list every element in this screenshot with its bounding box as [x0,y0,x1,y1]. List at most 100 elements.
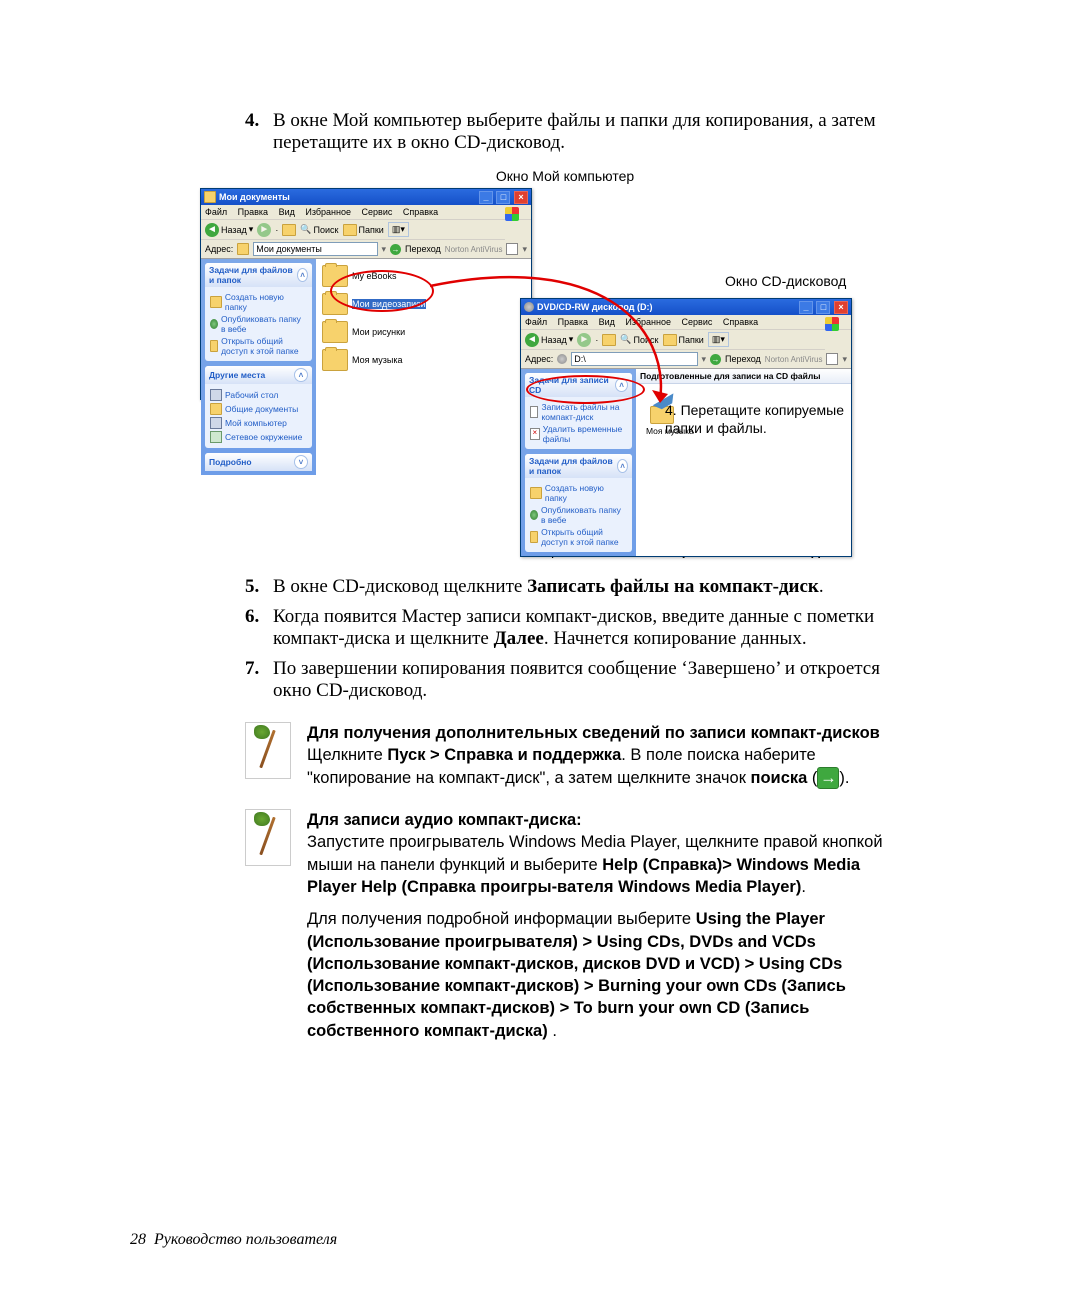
folder-icon [204,191,216,203]
up-button[interactable] [602,334,616,346]
forward-button[interactable]: ► [257,223,271,237]
menu-help[interactable]: Справка [723,317,758,327]
pane-header-cd-tasks[interactable]: Задачи для записи CD˄ [525,373,632,397]
address-input[interactable] [571,352,697,366]
place-my-computer[interactable]: Мой компьютер [210,417,307,429]
step-num: 7. [245,658,273,702]
step-num: 4. [245,110,273,154]
pane-header-other-places[interactable]: Другие места˄ [205,366,312,384]
step-text: По завершении копирования появится сообщ… [273,658,885,702]
norton-icon [826,353,838,365]
forward-icon: ► [577,333,591,347]
task-new-folder[interactable]: Создать новую папку [530,483,627,503]
task-share[interactable]: Открыть общий доступ к этой папке [530,527,627,547]
file-area[interactable]: Подготовленные для записи на CD файлы Мо… [636,369,851,556]
task-publish[interactable]: Опубликовать папку в вебе [210,314,307,334]
menu-file[interactable]: Файл [525,317,547,327]
burn-icon [530,406,538,418]
go-label[interactable]: Переход [725,354,761,364]
toolbar: ◄Назад ▾ ► · 🔍Поиск Папки ▥▾ [201,220,505,240]
folder-music[interactable]: Моя музыка [322,349,442,371]
folder-icon [530,487,542,499]
views-button[interactable]: ▥▾ [388,222,409,237]
caption-my-computer: Окно Мой компьютер [245,168,885,184]
folder-ebooks[interactable]: My eBooks [322,265,442,287]
windows-logo-icon [825,317,839,331]
go-label[interactable]: Переход [405,244,441,254]
place-network[interactable]: Сетевое окружение [210,431,307,443]
globe-icon [530,510,538,520]
address-label: Адрес: [525,354,553,364]
pane-header-file-tasks[interactable]: Задачи для файлов и папок˄ [205,263,312,287]
folder-icon [322,265,348,287]
go-icon: → [710,354,721,365]
window-my-documents: Мои документы _ □ × Файл Правка Вид Избр… [200,188,532,400]
views-button[interactable]: ▥▾ [708,332,729,347]
note-title: Для получения дополнительных сведений по… [307,722,885,744]
titlebar: Мои документы _ □ × [201,189,531,205]
task-share[interactable]: Открыть общий доступ к этой папке [210,336,307,356]
menu-help[interactable]: Справка [403,207,438,217]
annotation-step4: 4. Перетащите копируемыепапки и файлы. [665,401,844,437]
menu-tools[interactable]: Сервис [682,317,713,327]
back-button[interactable]: ◄Назад ▾ [525,333,573,347]
delete-icon: × [530,428,540,440]
close-button[interactable]: × [834,301,848,314]
search-button[interactable]: 🔍Поиск [300,224,338,235]
pane-header-details[interactable]: Подробно˅ [205,453,312,471]
group-header: Подготовленные для записи на CD файлы [636,369,851,384]
menu-view[interactable]: Вид [279,207,295,217]
maximize-button[interactable]: □ [496,191,510,204]
norton-label: Norton AntiVirus [445,245,503,254]
folder-videos[interactable]: Мои видеозаписи [322,293,442,315]
step-6: 6. Когда появится Мастер записи компакт-… [245,606,885,650]
file-area[interactable]: My eBooks Мои видеозаписи Мои рисунки Мо… [316,259,531,475]
note-icon [245,809,291,866]
side-pane: Задачи для записи CD˄ Записать файлы на … [521,369,636,556]
note-body-text-1: Запустите проигрыватель Windows Media Pl… [307,831,885,898]
task-publish[interactable]: Опубликовать папку в вебе [530,505,627,525]
norton-label: Norton AntiVirus [765,355,823,364]
task-delete-temp[interactable]: ×Удалить временные файлы [530,424,627,444]
go-icon: → [390,244,401,255]
menu-fav[interactable]: Избранное [625,317,671,327]
desktop-icon [210,389,222,401]
pane-header-file-tasks[interactable]: Задачи для файлов и папок˄ [525,454,632,478]
back-button[interactable]: ◄Назад ▾ [205,223,253,237]
folder-icon [322,293,348,315]
maximize-button[interactable]: □ [816,301,830,314]
share-icon [210,340,218,352]
menu-file[interactable]: Файл [205,207,227,217]
back-icon: ◄ [205,223,219,237]
window-title: DVD/CD-RW дисковод (D:) [537,302,652,312]
address-input[interactable] [253,242,377,256]
step-num: 5. [245,576,273,598]
folders-button[interactable]: Папки [663,334,704,346]
folders-button[interactable]: Папки [343,224,384,236]
menu-edit[interactable]: Правка [558,317,588,327]
up-button[interactable] [282,224,296,236]
forward-button[interactable]: ► [577,333,591,347]
minimize-button[interactable]: _ [479,191,493,204]
minimize-button[interactable]: _ [799,301,813,314]
screenshot-block: Мои документы _ □ × Файл Правка Вид Избр… [200,188,900,538]
place-desktop[interactable]: Рабочий стол [210,389,307,401]
menu-fav[interactable]: Избранное [305,207,351,217]
folders-icon [343,224,357,236]
menu-view[interactable]: Вид [599,317,615,327]
folder-pictures[interactable]: Мои рисунки [322,321,442,343]
close-button[interactable]: × [514,191,528,204]
menu-edit[interactable]: Правка [238,207,268,217]
task-new-folder[interactable]: Создать новую папку [210,292,307,312]
folder-icon [322,349,348,371]
caption-cd-drive: Окно CD-дисковод [725,273,846,289]
chevron-up-icon: ˄ [617,459,628,473]
globe-icon [210,319,218,329]
note-body-text-2: Для получения подробной информации выбер… [307,908,885,1042]
menu-tools[interactable]: Сервис [362,207,393,217]
note-audio-cd: Для записи аудио компакт-диска: Запустит… [245,809,885,1042]
note-body-text: Щелкните Пуск > Справка и поддержка. В п… [307,744,885,789]
search-button[interactable]: 🔍Поиск [620,334,658,345]
task-burn-cd[interactable]: Записать файлы на компакт-диск [530,402,627,422]
place-shared-docs[interactable]: Общие документы [210,403,307,415]
